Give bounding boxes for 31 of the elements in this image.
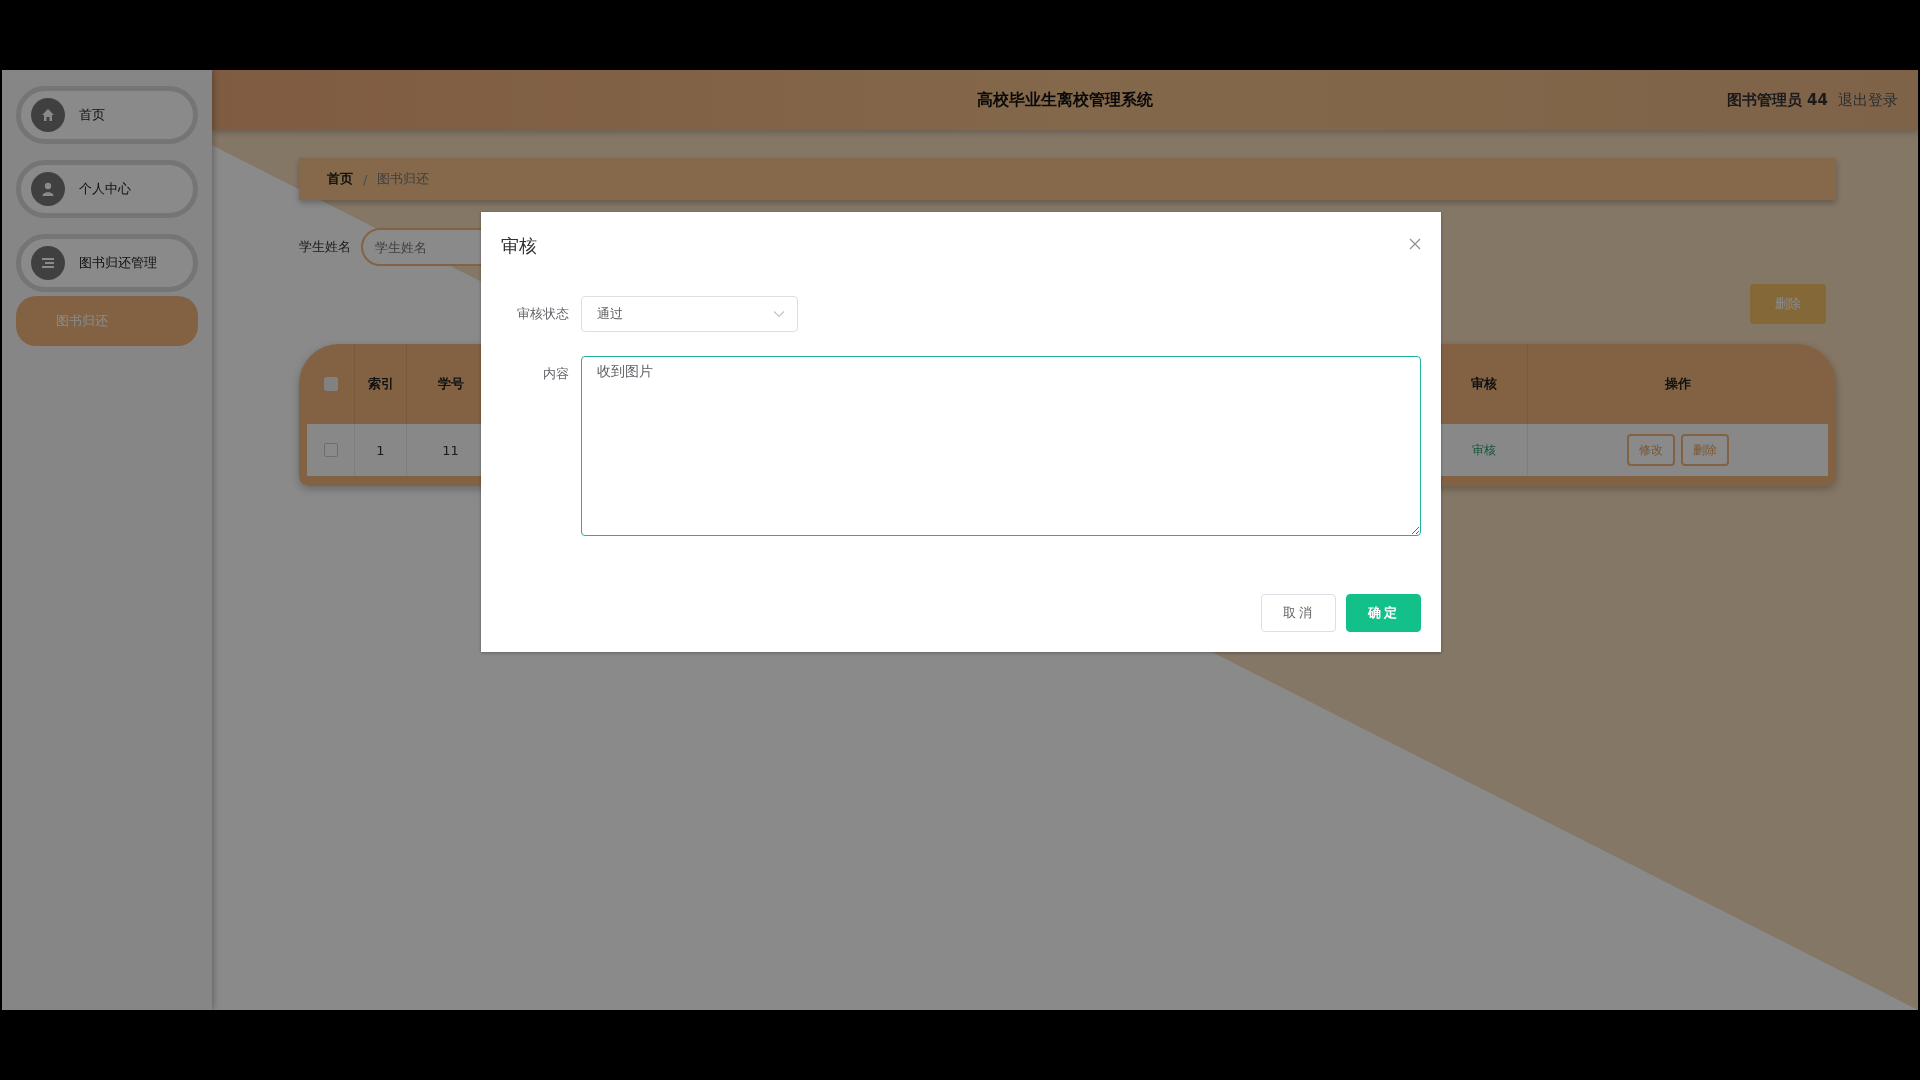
list-icon [40, 255, 56, 271]
row-action-button[interactable]: 删除 [1681, 434, 1729, 466]
chevron-down-icon [773, 310, 785, 318]
delete-button[interactable]: 删除 [1750, 284, 1826, 324]
content-textarea[interactable]: 收到图片 [581, 356, 1421, 536]
review-link[interactable]: 审核 [1471, 441, 1496, 459]
system-title: 高校毕业生离校管理系统 [977, 89, 1153, 111]
form-label: 审核状态 [516, 305, 570, 323]
table-cell: 1 [355, 424, 407, 476]
column-header: 操作 [1664, 375, 1692, 393]
row-action-button[interactable]: 修改 [1627, 434, 1675, 466]
cancel-button[interactable]: 取消 [1261, 594, 1336, 632]
logout-link[interactable]: 退出登录 [1838, 90, 1898, 110]
sidebar-item[interactable]: 首页 [16, 86, 198, 144]
sidebar-subitem[interactable]: 图书归还 [16, 296, 198, 346]
form-label: 内容 [542, 365, 570, 383]
breadcrumb-item[interactable]: 图书归还 [377, 170, 430, 188]
sidebar-item[interactable]: 图书归还管理 [16, 234, 198, 292]
status-select[interactable]: 通过 [581, 296, 798, 332]
confirm-button[interactable]: 确定 [1346, 594, 1421, 632]
home-icon [40, 107, 56, 123]
user-name: 图书管理员 44 [1726, 90, 1828, 110]
breadcrumb-item[interactable]: 首页 [327, 170, 353, 188]
dialog-title: 审核 [501, 234, 537, 258]
search-label: 学生姓名 [299, 238, 351, 256]
user-icon [40, 181, 56, 197]
close-icon[interactable] [1409, 238, 1421, 250]
select-all-checkbox[interactable] [323, 377, 338, 391]
sidebar-item[interactable]: 个人中心 [16, 160, 198, 218]
row-checkbox[interactable] [323, 443, 338, 457]
breadcrumb-separator: / [363, 171, 368, 187]
